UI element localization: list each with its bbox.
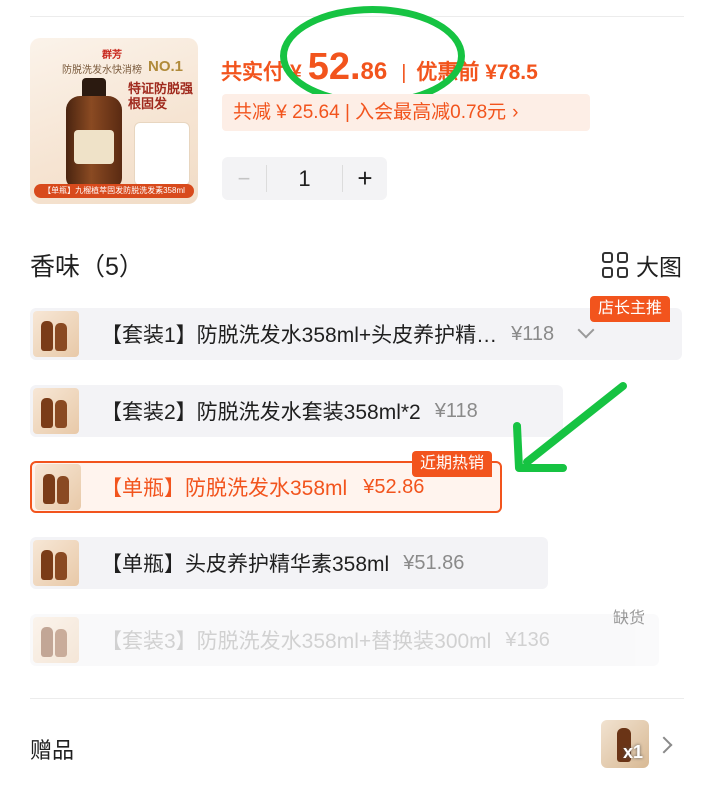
large-view-toggle[interactable]: 大图 [602, 248, 682, 282]
option-set-1[interactable]: 【套装1】防脱洗发水358ml+头皮养护精… ¥118 [30, 308, 682, 360]
option-price: ¥136 [505, 628, 550, 651]
option-single-serum[interactable]: 【单瓶】头皮养护精华素358ml ¥51.86 [30, 537, 548, 589]
option-thumbnail [35, 464, 81, 510]
option-set-3-disabled: 【套装3】防脱洗发水358ml+替换装300ml ¥136 [30, 614, 659, 666]
quantity-stepper[interactable]: − 1 + [222, 157, 387, 200]
thumbnail-claim: 特证防脱强根固发 [128, 81, 194, 111]
grid-view-icon [602, 252, 628, 278]
option-set-2[interactable]: 【套装2】防脱洗发水套装358ml*2 ¥118 [30, 385, 563, 437]
option-price: ¥52.86 [363, 475, 425, 498]
annotation-arrow-icon [513, 382, 627, 472]
thumbnail-subtitle: 防脱洗发水快消榜 [62, 65, 142, 76]
option-thumbnail [33, 311, 79, 357]
bottle-label-graphic [74, 130, 114, 164]
increase-button[interactable]: + [343, 163, 387, 194]
section-title: 香味（5） [30, 253, 144, 281]
option-label: 【单瓶】防脱洗发水358ml [101, 477, 348, 500]
option-price: ¥118 [434, 399, 478, 422]
quantity-value[interactable]: 1 [267, 166, 342, 192]
chevron-right-icon[interactable] [655, 736, 673, 754]
thumbnail-brand: 群芳 [102, 50, 122, 61]
large-view-label: 大图 [636, 254, 682, 280]
option-label: 【套装3】防脱洗发水358ml+替换装300ml [101, 630, 492, 653]
discount-text: 共减 ¥ 25.64 | 入会最高减0.78元 [233, 102, 507, 123]
recommend-badge: 店长主推 [590, 296, 671, 322]
decrease-button[interactable]: − [222, 166, 266, 192]
chevron-right-icon: › [512, 102, 519, 123]
paid-label: 共实付 [221, 61, 284, 84]
option-thumbnail [33, 617, 79, 663]
discount-detail-link[interactable]: 共减 ¥ 25.64 | 入会最高减0.78元 › [222, 94, 590, 131]
option-label: 【单瓶】头皮养护精华素358ml [101, 553, 390, 576]
chevron-down-icon[interactable] [577, 321, 595, 339]
option-label: 【套装2】防脱洗发水套装358ml*2 [101, 401, 421, 424]
thumbnail-banner: 【单瓶】九榴植萃固发防脱洗发素358ml [34, 184, 194, 198]
option-thumbnail [33, 388, 79, 434]
bottom-divider [30, 698, 684, 699]
gift-label: 赠品 [30, 738, 75, 763]
thumbnail-rank: NO.1 [148, 58, 184, 75]
option-thumbnail [33, 540, 79, 586]
mini-product-graphic [134, 122, 190, 186]
option-price: ¥118 [511, 322, 555, 345]
option-price: ¥51.86 [403, 551, 465, 574]
out-of-stock-badge: 缺货 [613, 610, 646, 627]
product-thumbnail[interactable]: 群芳 防脱洗发水快消榜 NO.1 特证防脱强根固发 【单瓶】九榴植萃固发防脱洗发… [30, 38, 198, 204]
gift-quantity: x1 [623, 742, 644, 762]
highlight-circle [280, 6, 465, 106]
option-label: 【套装1】防脱洗发水358ml+头皮养护精… [101, 324, 498, 347]
hot-sale-badge: 近期热销 [412, 451, 493, 477]
